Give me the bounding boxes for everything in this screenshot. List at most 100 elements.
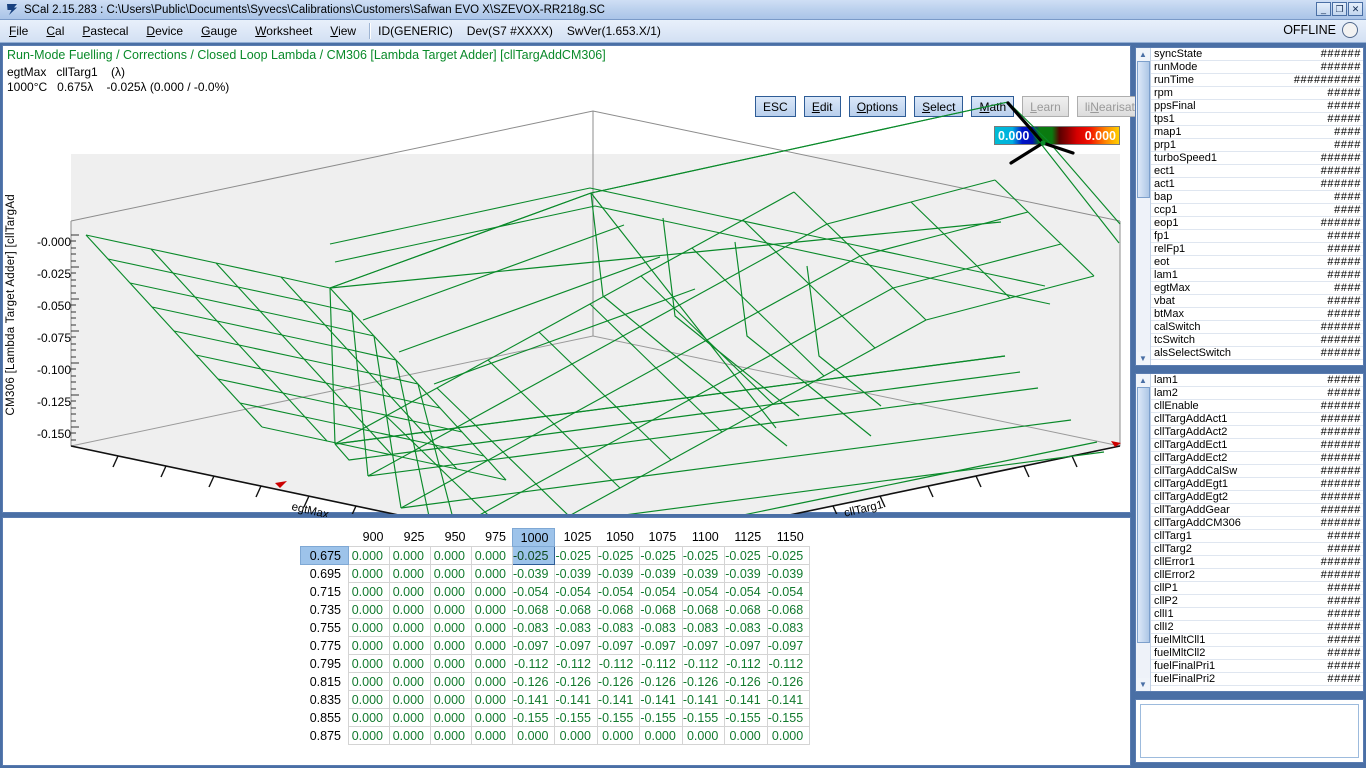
table-cell[interactable]: -0.054 [513,583,555,601]
table-cell[interactable]: 0.000 [349,691,390,709]
table-cell[interactable]: -0.083 [682,619,724,637]
table-cell[interactable]: -0.083 [513,619,555,637]
menu-item-cal[interactable]: Cal [37,22,73,40]
table-cell[interactable]: 0.000 [472,619,513,637]
table-cell[interactable]: 0.000 [390,655,431,673]
table-row[interactable]: 0.7550.0000.0000.0000.000-0.083-0.083-0.… [301,619,810,637]
table-row-header[interactable]: 0.775 [301,637,349,655]
table-row-header[interactable]: 0.875 [301,727,349,745]
surface-mesh[interactable] [3,46,1132,514]
table-cell[interactable]: -0.039 [767,565,809,583]
table-cell[interactable]: -0.126 [555,673,597,691]
table-cell[interactable]: 0.000 [390,565,431,583]
monitor-row[interactable]: runTime########## [1151,74,1363,87]
table-cell[interactable]: -0.054 [555,583,597,601]
table-cell[interactable]: -0.039 [555,565,597,583]
monitor-panel-2-scrollbar[interactable]: ▲ ▼ [1136,374,1151,691]
menu-item-worksheet[interactable]: Worksheet [246,22,321,40]
monitor-row[interactable]: cllEnable###### [1151,400,1363,413]
table-cell[interactable]: -0.141 [597,691,639,709]
table-cell[interactable]: -0.112 [725,655,767,673]
monitor-row[interactable]: fuelFinalPri1##### [1151,660,1363,673]
monitor-panel-2[interactable]: ▲ ▼ lam1#####lam2#####cllEnable######cll… [1135,373,1364,692]
table-cell[interactable]: -0.126 [725,673,767,691]
table-row[interactable]: 0.7150.0000.0000.0000.000-0.054-0.054-0.… [301,583,810,601]
table-row-header[interactable]: 0.675 [301,547,349,565]
table-cell[interactable]: -0.112 [767,655,809,673]
table-cell[interactable]: -0.155 [597,709,639,727]
table-cell[interactable]: 0.000 [682,727,724,745]
table-col-header[interactable]: 1125 [725,529,767,547]
table-row[interactable]: 0.7350.0000.0000.0000.000-0.068-0.068-0.… [301,601,810,619]
table-cell[interactable]: -0.097 [513,637,555,655]
monitor-row[interactable]: vbat##### [1151,295,1363,308]
table-cell[interactable]: -0.039 [640,565,682,583]
table-cell[interactable]: -0.126 [513,673,555,691]
menu-item-view[interactable]: View [321,22,365,40]
maximize-icon[interactable]: ❐ [1332,2,1347,16]
table-cell[interactable]: 0.000 [725,727,767,745]
table-cell[interactable]: -0.039 [513,565,555,583]
monitor-row[interactable]: rpm##### [1151,87,1363,100]
monitor-row[interactable]: cllTarg2##### [1151,543,1363,556]
calibration-table-pane[interactable]: 9009259509751000102510501075110011251150… [2,517,1131,766]
table-cell[interactable]: 0.000 [390,691,431,709]
table-cell[interactable]: 0.000 [349,619,390,637]
monitor-row[interactable]: ccp1#### [1151,204,1363,217]
table-row[interactable]: 0.8550.0000.0000.0000.000-0.155-0.155-0.… [301,709,810,727]
monitor-row[interactable]: egtMax#### [1151,282,1363,295]
table-cell[interactable]: 0.000 [431,691,472,709]
scroll-thumb[interactable] [1137,387,1150,643]
monitor-row[interactable]: cllError1###### [1151,556,1363,569]
table-cell[interactable]: -0.097 [725,637,767,655]
monitor-panel-1-scrollbar[interactable]: ▲ ▼ [1136,48,1151,365]
table-cell[interactable]: -0.126 [682,673,724,691]
table-cell[interactable]: 0.000 [431,709,472,727]
monitor-row[interactable]: act1###### [1151,178,1363,191]
table-cell[interactable]: 0.000 [349,673,390,691]
monitor-row[interactable]: fuelFinalPri2##### [1151,673,1363,686]
scroll-track[interactable] [1137,387,1150,678]
table-cell[interactable]: 0.000 [349,655,390,673]
monitor-row[interactable]: fuelMltCll1##### [1151,634,1363,647]
table-cell[interactable]: 0.000 [472,727,513,745]
table-cell[interactable]: 0.000 [472,709,513,727]
table-row[interactable]: 0.8150.0000.0000.0000.000-0.126-0.126-0.… [301,673,810,691]
table-row-header[interactable]: 0.755 [301,619,349,637]
table-cell[interactable]: 0.000 [597,727,639,745]
table-cell[interactable]: 0.000 [472,673,513,691]
table-cell[interactable]: 0.000 [472,583,513,601]
monitor-row[interactable]: prp1#### [1151,139,1363,152]
table-cell[interactable]: -0.155 [640,709,682,727]
menu-item-file[interactable]: File [0,22,37,40]
table-cell[interactable]: 0.000 [767,727,809,745]
monitor-row[interactable]: cllTargAddCM306###### [1151,517,1363,530]
menu-item-device[interactable]: Device [137,22,192,40]
table-cell[interactable]: -0.054 [725,583,767,601]
table-cell[interactable]: -0.068 [767,601,809,619]
monitor-row[interactable]: cllP1##### [1151,582,1363,595]
notes-textbox[interactable] [1140,704,1359,758]
table-cell[interactable]: 0.000 [349,601,390,619]
table-cell[interactable]: 0.000 [513,727,555,745]
table-cell[interactable]: -0.025 [725,547,767,565]
monitor-row[interactable]: cllTargAddEct1###### [1151,439,1363,452]
table-col-header[interactable]: 900 [349,529,390,547]
close-icon[interactable]: ✕ [1348,2,1363,16]
table-cell[interactable]: -0.155 [555,709,597,727]
table-cell[interactable]: -0.155 [725,709,767,727]
monitor-row[interactable]: cllError2###### [1151,569,1363,582]
table-col-header[interactable]: 1050 [597,529,639,547]
table-cell[interactable]: -0.054 [640,583,682,601]
table-cell[interactable]: 0.000 [472,655,513,673]
table-cell[interactable]: -0.068 [725,601,767,619]
table-cell[interactable]: 0.000 [472,691,513,709]
table-cell[interactable]: -0.039 [597,565,639,583]
table-col-header[interactable]: 1150 [767,529,809,547]
monitor-row[interactable]: eot##### [1151,256,1363,269]
monitor-row[interactable]: relFp1##### [1151,243,1363,256]
table-cell[interactable]: -0.083 [725,619,767,637]
table-cell[interactable]: -0.126 [767,673,809,691]
table-cell[interactable]: -0.083 [555,619,597,637]
monitor-row[interactable]: cllI1##### [1151,608,1363,621]
